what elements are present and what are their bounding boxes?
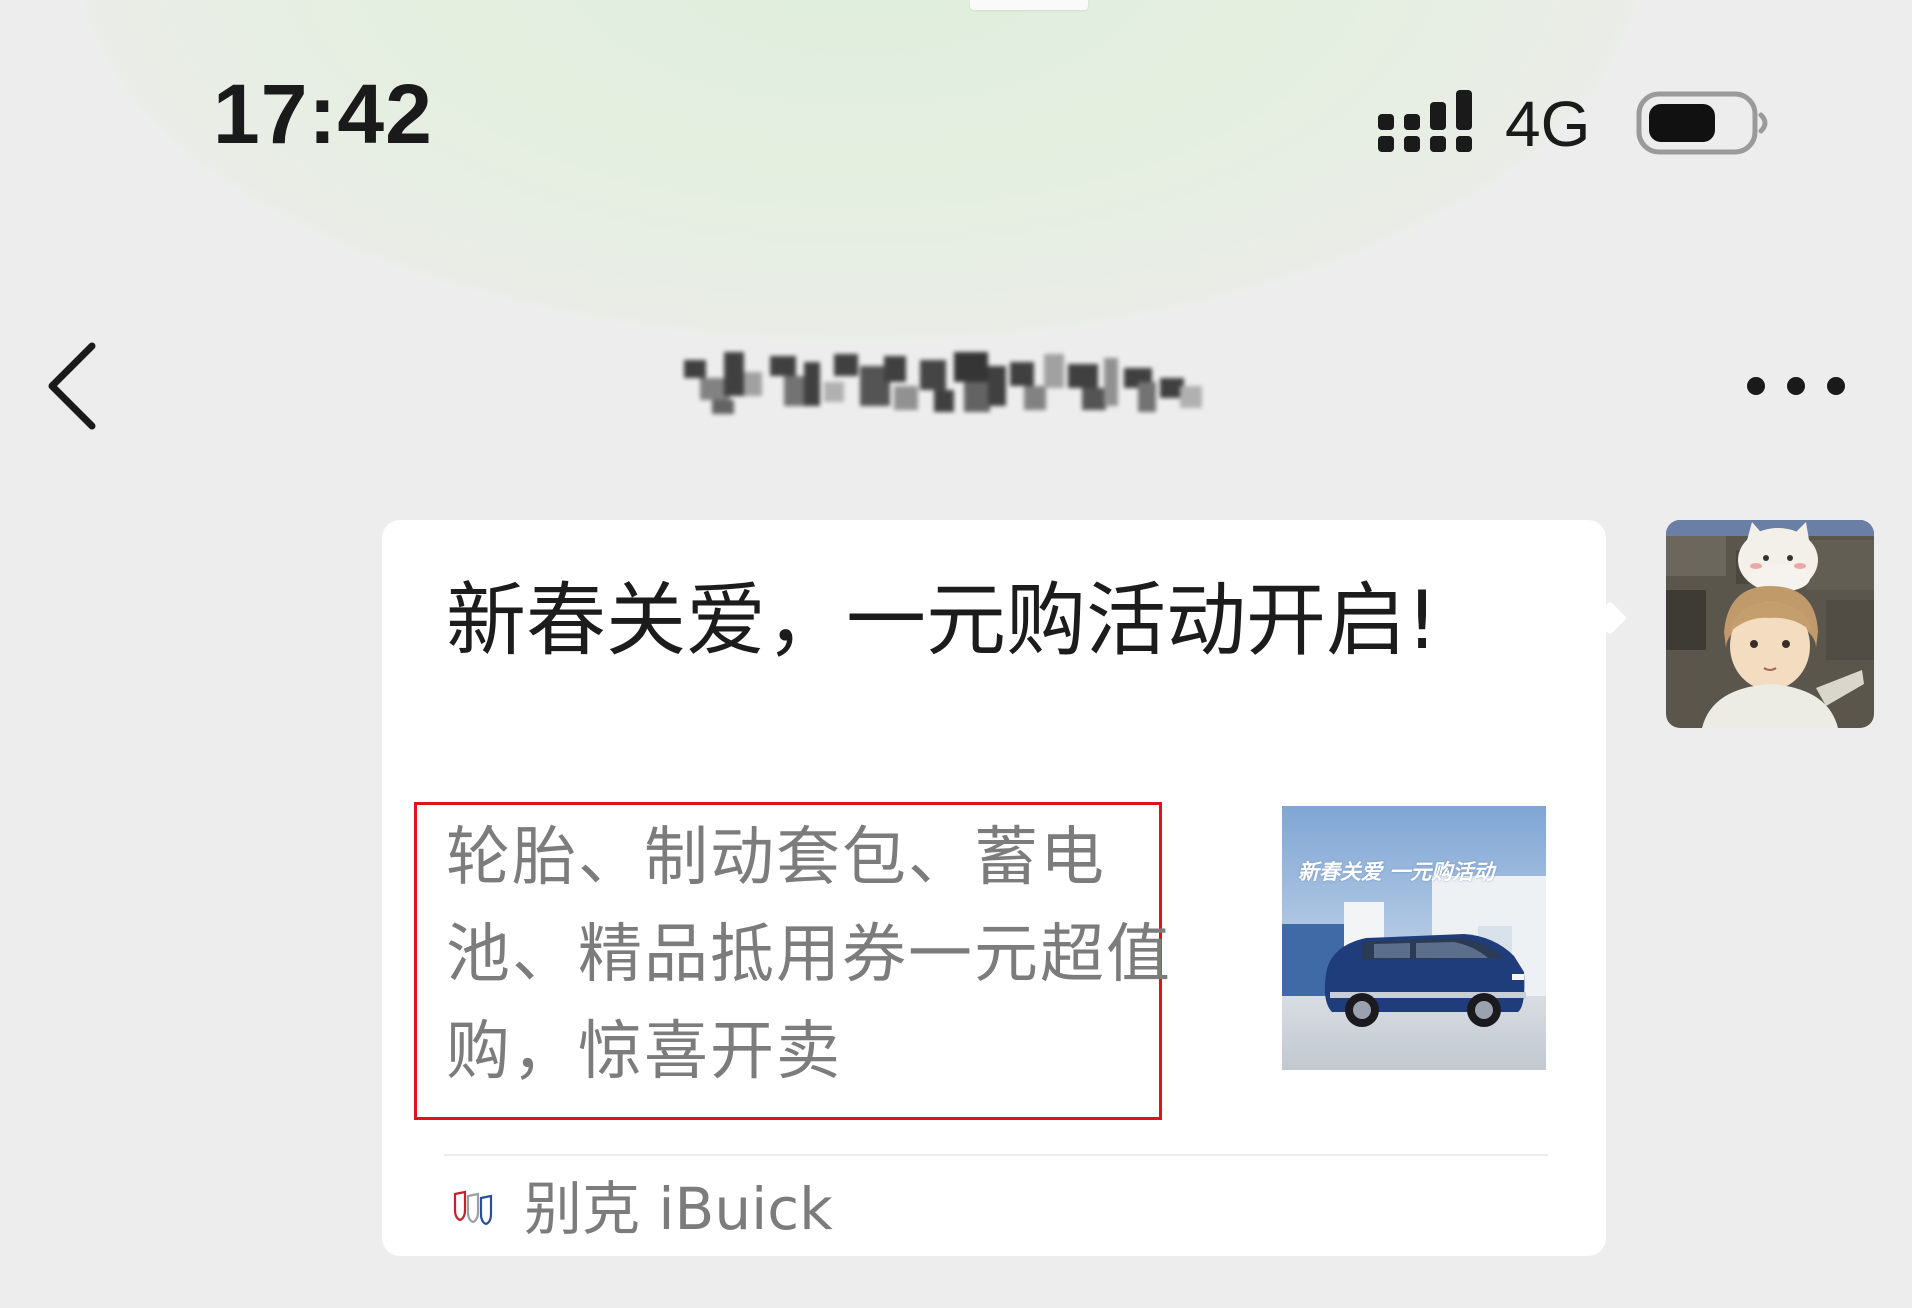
card-divider bbox=[444, 1154, 1548, 1156]
avatar-image bbox=[1666, 520, 1874, 728]
chevron-left-icon bbox=[48, 342, 96, 430]
background-glow bbox=[80, 0, 1640, 340]
link-card-message[interactable]: 新春关爱，一元购活动开启! 轮胎、制动套包、蓄电池、精品抵用券一元超值购，惊喜开… bbox=[382, 520, 1606, 1256]
top-pull-tab bbox=[970, 0, 1088, 10]
card-title: 新春关爱，一元购活动开启! bbox=[446, 574, 1439, 667]
more-button[interactable] bbox=[1740, 360, 1852, 412]
thumbnail-caption: 新春关爱 一元购活动 bbox=[1298, 859, 1495, 884]
back-button[interactable] bbox=[40, 338, 104, 434]
card-description: 轮胎、制动套包、蓄电池、精品抵用券一元超值购，惊喜开卖 bbox=[446, 821, 1172, 1089]
buick-logo-icon bbox=[453, 1190, 493, 1226]
card-thumbnail: 新春关爱 一元购活动 bbox=[1282, 806, 1546, 1070]
chat-title-pixelated bbox=[684, 352, 1202, 414]
network-type: 4G bbox=[1505, 88, 1591, 160]
cellular-signal-icon bbox=[1378, 90, 1472, 152]
battery-icon bbox=[1636, 91, 1768, 155]
status-time: 17:42 bbox=[213, 67, 433, 161]
more-dots-icon bbox=[1747, 377, 1845, 395]
source-account-name: 别克 iBuick bbox=[524, 1175, 833, 1243]
car-promo-image bbox=[1282, 806, 1546, 1070]
user-avatar[interactable] bbox=[1666, 520, 1874, 728]
